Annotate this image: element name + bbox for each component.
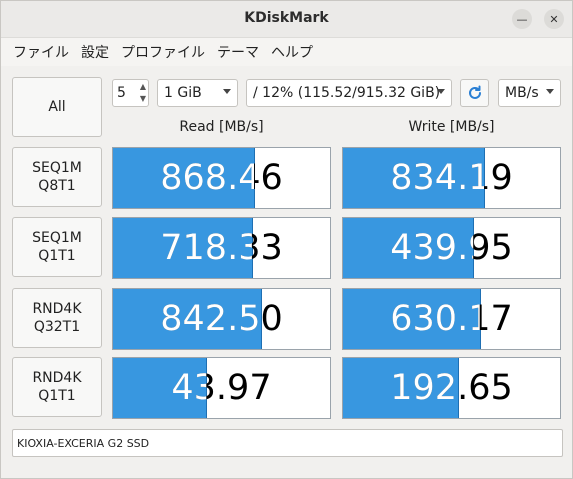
menu-theme[interactable]: テーマ: [211, 42, 265, 62]
test-label-line1: RND4K: [32, 301, 82, 317]
read-result-seq1m-q1t1: 718.33 718.33: [112, 217, 331, 279]
test-label-line2: Q1T1: [38, 248, 76, 264]
write-column-header: Write [MB/s]: [408, 119, 495, 135]
test-button-seq1m-q1t1[interactable]: SEQ1M Q1T1: [12, 217, 102, 277]
chevron-down-icon: [546, 89, 554, 94]
window-title: KDiskMark: [244, 10, 329, 26]
minimize-icon: —: [516, 12, 528, 26]
test-size-value: 1 GiB: [164, 85, 202, 101]
chevron-down-icon: [437, 89, 445, 94]
title-bar: KDiskMark — ✕: [1, 1, 572, 38]
read-result-rnd4k-q1t1: 43.97 43.97: [112, 357, 331, 419]
chevron-down-icon: [223, 89, 231, 94]
refresh-icon: [468, 85, 481, 99]
close-button[interactable]: ✕: [544, 9, 564, 29]
app-window: KDiskMark — ✕ ファイル 設定 プロファイル テーマ ヘルプ All…: [0, 0, 573, 479]
menu-settings[interactable]: 設定: [75, 42, 115, 62]
minimize-button[interactable]: —: [512, 9, 532, 29]
test-label-line2: Q1T1: [38, 388, 76, 404]
menu-profile[interactable]: プロファイル: [115, 42, 211, 62]
test-label-line1: SEQ1M: [32, 160, 82, 176]
read-result-rnd4k-q32t1: 842.50 842.50: [112, 288, 331, 350]
test-button-seq1m-q8t1[interactable]: SEQ1M Q8T1: [12, 147, 102, 207]
test-label-line2: Q8T1: [38, 178, 76, 194]
drive-value: / 12% (115.52/915.32 GiB): [253, 85, 441, 101]
unit-select[interactable]: MB/s: [498, 79, 561, 107]
spin-arrows[interactable]: ▲ ▼: [140, 81, 146, 105]
test-button-rnd4k-q32t1[interactable]: RND4K Q32T1: [12, 288, 102, 348]
read-column-header: Read [MB/s]: [179, 119, 264, 135]
spin-down-icon[interactable]: ▼: [140, 93, 146, 105]
test-button-rnd4k-q1t1[interactable]: RND4K Q1T1: [12, 357, 102, 417]
test-size-select[interactable]: 1 GiB: [157, 79, 238, 107]
test-label-line2: Q32T1: [33, 319, 81, 335]
write-result-rnd4k-q32t1: 630.17 630.17: [342, 288, 561, 350]
menu-help[interactable]: ヘルプ: [265, 42, 319, 62]
write-result-seq1m-q8t1: 834.19 834.19: [342, 147, 561, 209]
test-label-line1: RND4K: [32, 370, 82, 386]
write-result-rnd4k-q1t1: 192.65 192.65: [342, 357, 561, 419]
read-result-seq1m-q8t1: 868.46 868.46: [112, 147, 331, 209]
loops-value: 5: [117, 85, 126, 101]
write-result-seq1m-q1t1: 439.95 439.95: [342, 217, 561, 279]
drive-select[interactable]: / 12% (115.52/915.32 GiB): [246, 79, 452, 107]
menu-bar: ファイル 設定 プロファイル テーマ ヘルプ: [1, 38, 572, 66]
loops-spinbox[interactable]: 5 ▲ ▼: [112, 79, 149, 107]
close-icon: ✕: [549, 12, 559, 26]
unit-value: MB/s: [505, 85, 539, 101]
spin-up-icon[interactable]: ▲: [140, 81, 146, 93]
menu-file[interactable]: ファイル: [7, 42, 75, 62]
device-name-field[interactable]: KIOXIA-EXCERIA G2 SSD: [12, 429, 563, 457]
refresh-button[interactable]: [460, 79, 489, 107]
test-label-line1: SEQ1M: [32, 230, 82, 246]
run-all-button[interactable]: All: [12, 77, 102, 137]
